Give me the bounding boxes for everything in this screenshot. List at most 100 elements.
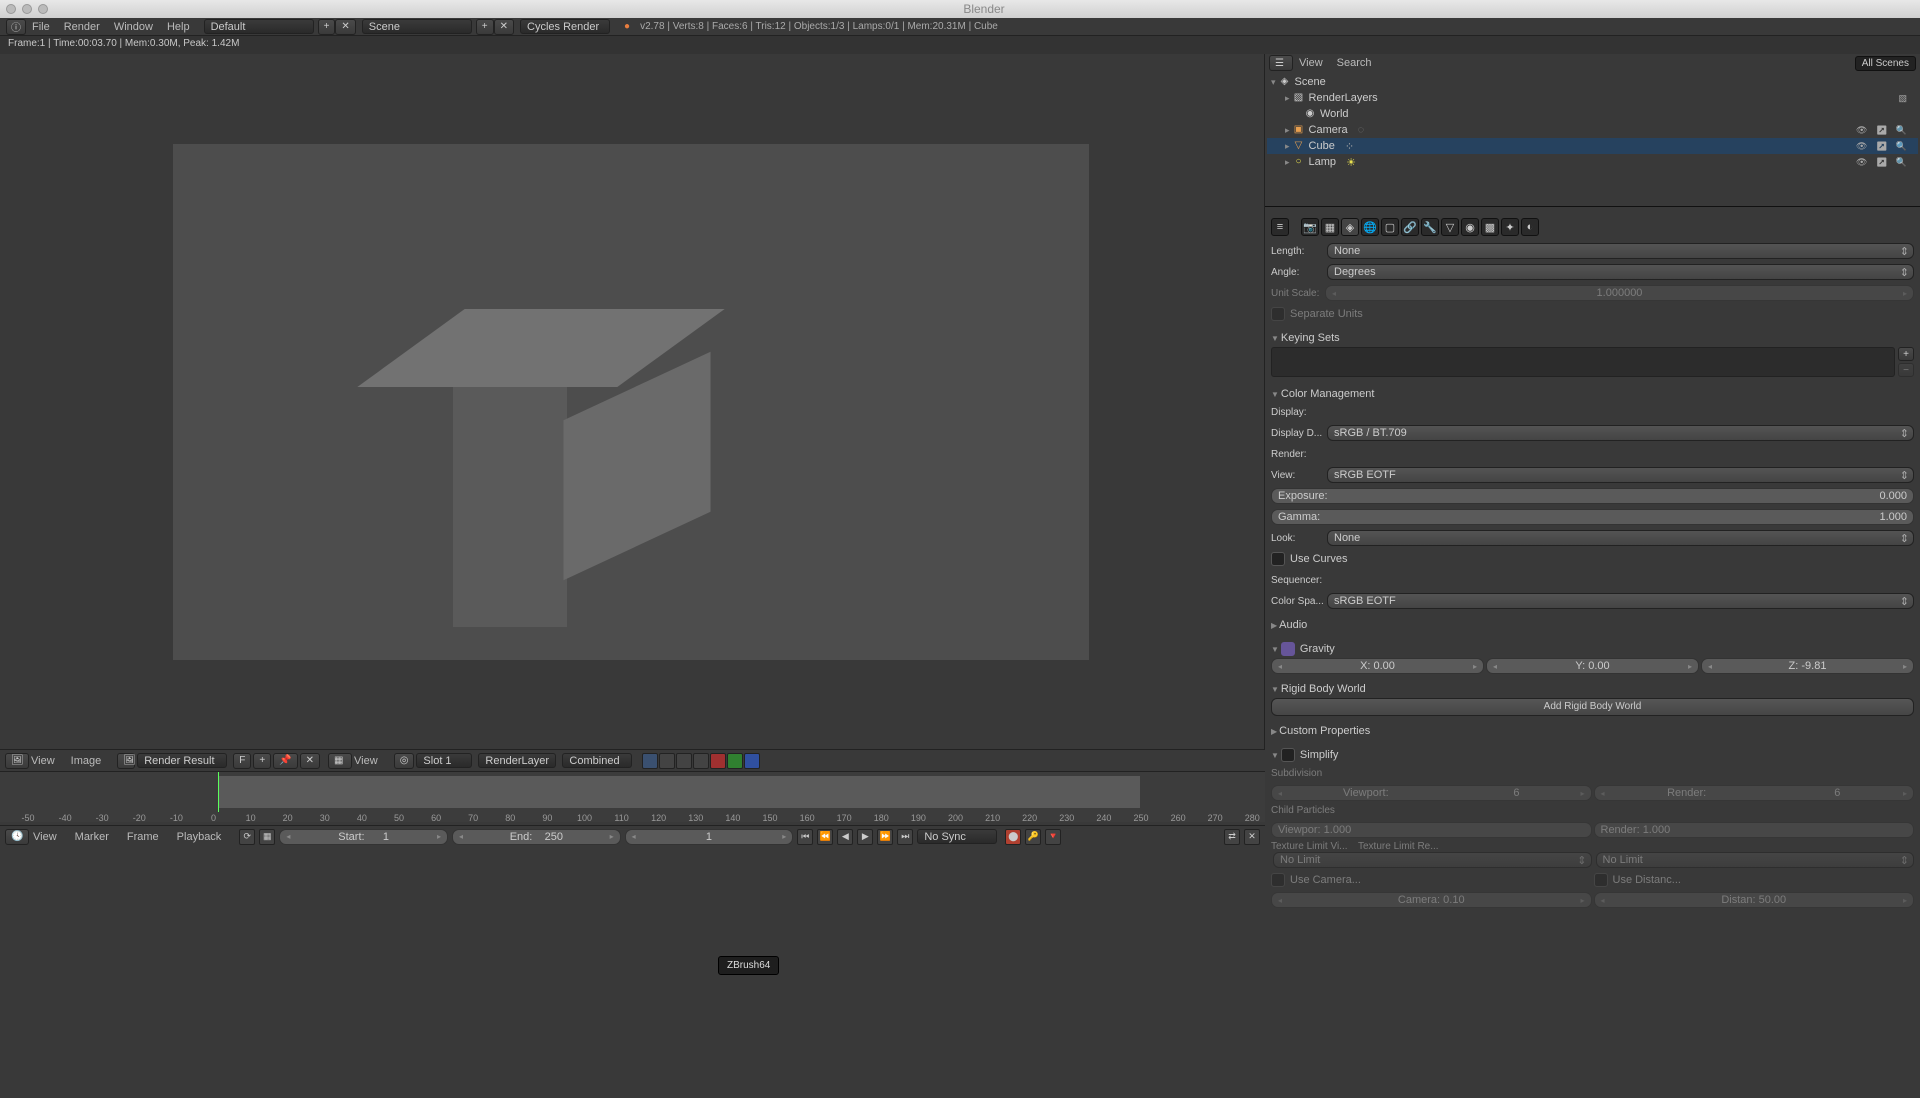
tab-renderlayers-icon[interactable]: ▦ — [1321, 218, 1339, 236]
jump-start-icon[interactable]: ⏮ — [797, 829, 813, 845]
slot-select[interactable]: Slot 1 — [416, 753, 472, 768]
engine-select[interactable]: Cycles Render — [520, 19, 610, 34]
copy-prev-icon[interactable]: ⇄ — [1224, 829, 1240, 845]
timeline-editor-type-icon[interactable]: 🕓 — [5, 829, 29, 845]
properties-editor-type-icon[interactable]: ≡ — [1271, 218, 1289, 236]
image-unlink[interactable]: ✕ — [300, 753, 320, 769]
menu-render[interactable]: Render — [64, 21, 100, 33]
img-menu-image[interactable]: Image — [71, 755, 102, 767]
menu-file[interactable]: File — [32, 21, 50, 33]
outliner-tree[interactable]: ▾◈Scene ▸▧RenderLayers▧ ◉World ▸▣Camera◌… — [1265, 72, 1920, 207]
image-datablock[interactable]: Render Result — [137, 753, 227, 768]
gravity-z-input[interactable]: ◂Z: -9.81▸ — [1701, 658, 1914, 674]
channel-b-icon[interactable] — [744, 753, 760, 769]
outliner-scene[interactable]: Scene — [1295, 76, 1326, 88]
outliner-filter[interactable]: All Scenes — [1855, 56, 1916, 71]
gravity-y-input[interactable]: ◂Y: 0.00▸ — [1486, 658, 1699, 674]
channel-rgb-icon[interactable] — [659, 753, 675, 769]
keyframe-prev-icon[interactable]: ⏪ — [817, 829, 833, 845]
tab-texture-icon[interactable]: ▩ — [1481, 218, 1499, 236]
timeline-canvas[interactable]: -50-40-30-20-100102030405060708090100110… — [0, 772, 1265, 822]
autokey-icon[interactable]: ⬤ — [1005, 829, 1021, 845]
tab-material-icon[interactable]: ◉ — [1461, 218, 1479, 236]
tab-constraints-icon[interactable]: 🔗 — [1401, 218, 1419, 236]
menu-window[interactable]: Window — [114, 21, 153, 33]
timeline-cursor[interactable] — [218, 772, 219, 812]
tab-physics-icon[interactable]: ◐ — [1521, 218, 1539, 236]
layout-del[interactable]: ✕ — [335, 19, 355, 35]
outliner-renderlayers[interactable]: RenderLayers — [1309, 92, 1378, 104]
outliner-view[interactable]: View — [1299, 57, 1323, 69]
tab-scene-icon[interactable]: ◈ — [1341, 218, 1359, 236]
sync-mode-select[interactable]: No Sync — [917, 829, 997, 844]
color-space-select[interactable]: sRGB EOTF — [1327, 593, 1914, 609]
display-device-select[interactable]: sRGB / BT.709 — [1327, 425, 1914, 441]
channel-r-icon[interactable] — [710, 753, 726, 769]
outliner-lamp[interactable]: Lamp — [1309, 156, 1337, 168]
keying-add-icon[interactable]: + — [1898, 347, 1914, 361]
layout-add[interactable]: + — [318, 19, 336, 35]
range-on-icon[interactable]: ▦ — [259, 829, 275, 845]
look-select[interactable]: None — [1327, 530, 1914, 546]
panel-color-management[interactable]: ▼Color Management — [1271, 385, 1914, 403]
range-lock-icon[interactable]: ⟳ — [239, 829, 255, 845]
key-menu-icon[interactable]: 🔑 — [1025, 829, 1041, 845]
delete-keys-icon[interactable]: ✕ — [1244, 829, 1260, 845]
outliner-world[interactable]: World — [1320, 108, 1349, 120]
image-pin-icon[interactable]: 📌 — [273, 753, 297, 769]
panel-custom-properties[interactable]: ▶Custom Properties — [1271, 722, 1914, 740]
exposure-input[interactable]: Exposure:0.000 — [1271, 488, 1914, 504]
simplify-check[interactable] — [1281, 748, 1295, 762]
angle-select[interactable]: Degrees — [1327, 264, 1914, 280]
length-select[interactable]: None — [1327, 243, 1914, 259]
channel-alpha-icon[interactable] — [676, 753, 692, 769]
image-editor-area[interactable] — [0, 54, 1265, 749]
panel-simplify[interactable]: ▼Simplify — [1271, 746, 1914, 764]
scene-add[interactable]: + — [476, 19, 494, 35]
jump-end-icon[interactable]: ⏭ — [897, 829, 913, 845]
panel-audio[interactable]: ▶Audio — [1271, 616, 1914, 634]
zoom-dot[interactable] — [38, 4, 48, 14]
scene-del[interactable]: ✕ — [494, 19, 514, 35]
outliner-search[interactable]: Search — [1337, 57, 1372, 69]
image-new[interactable]: + — [253, 753, 271, 769]
play-reverse-icon[interactable]: ◀ — [837, 829, 853, 845]
add-rigid-body-button[interactable]: Add Rigid Body World — [1271, 698, 1914, 716]
tab-object-icon[interactable]: ▢ — [1381, 218, 1399, 236]
layout-select[interactable]: Default — [204, 19, 314, 34]
channel-rgba-icon[interactable] — [642, 753, 658, 769]
close-dot[interactable] — [6, 4, 16, 14]
panel-keying-sets[interactable]: ▼Keying Sets — [1271, 329, 1914, 347]
image-browse-icon[interactable]: 🖼 — [117, 753, 135, 769]
key-set-icon[interactable]: 🔻 — [1045, 829, 1061, 845]
outliner-cube[interactable]: Cube — [1309, 140, 1335, 152]
outliner-camera[interactable]: Camera — [1309, 124, 1348, 136]
tab-render-icon[interactable]: 📷 — [1301, 218, 1319, 236]
min-dot[interactable] — [22, 4, 32, 14]
tl-menu-view[interactable]: View — [33, 831, 57, 843]
img-view2[interactable]: View — [354, 755, 378, 767]
panel-rigid-body[interactable]: ▼Rigid Body World — [1271, 680, 1914, 698]
tab-particles-icon[interactable]: ✦ — [1501, 218, 1519, 236]
view-transform-select[interactable]: sRGB EOTF — [1327, 467, 1914, 483]
menu-help[interactable]: Help — [167, 21, 190, 33]
tab-modifiers-icon[interactable]: 🔧 — [1421, 218, 1439, 236]
channel-z-icon[interactable] — [693, 753, 709, 769]
tl-menu-frame[interactable]: Frame — [127, 831, 159, 843]
img-menu-view[interactable]: View — [31, 755, 55, 767]
editor-type-icon[interactable]: ⓘ — [6, 19, 26, 35]
tab-data-icon[interactable]: ▽ — [1441, 218, 1459, 236]
scene-select[interactable]: Scene — [362, 19, 472, 34]
tl-menu-marker[interactable]: Marker — [75, 831, 109, 843]
frame-current[interactable]: 1 — [706, 831, 712, 843]
keyframe-next-icon[interactable]: ⏩ — [877, 829, 893, 845]
renderlayer-select[interactable]: RenderLayer — [478, 753, 556, 768]
pass-select[interactable]: Combined — [562, 753, 632, 768]
play-icon[interactable]: ▶ — [857, 829, 873, 845]
use-curves-check[interactable] — [1271, 552, 1285, 566]
channel-g-icon[interactable] — [727, 753, 743, 769]
outliner-editor-type-icon[interactable]: ☰ — [1269, 55, 1293, 71]
keying-sets-list[interactable] — [1271, 347, 1895, 377]
fake-user-button[interactable]: F — [233, 753, 251, 769]
tl-menu-playback[interactable]: Playback — [177, 831, 222, 843]
